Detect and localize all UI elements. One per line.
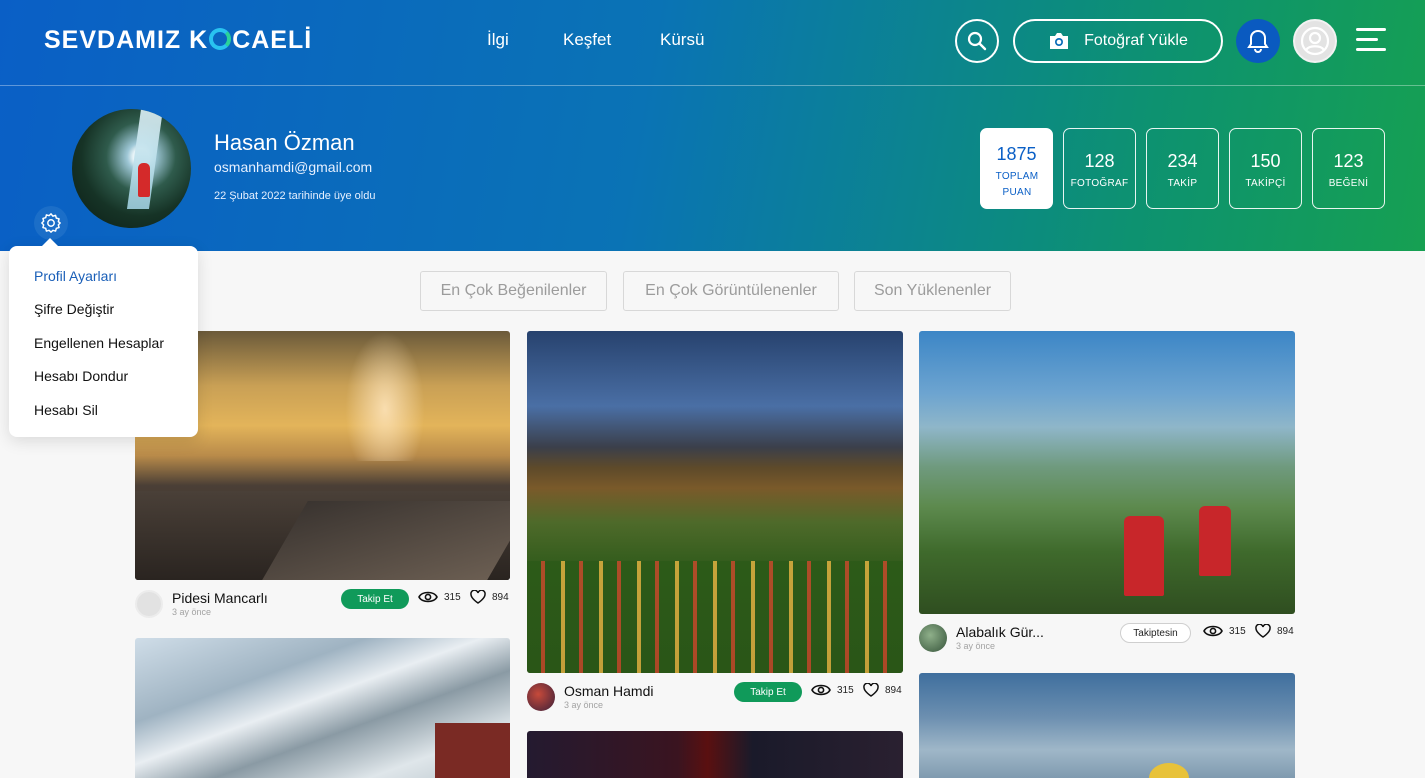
post-photo[interactable] (919, 673, 1295, 778)
tab-latest[interactable]: Son Yüklenenler (854, 271, 1011, 311)
stat-likes[interactable]: 123 BEĞENİ (1312, 128, 1385, 209)
stat-followers[interactable]: 150 TAKİPÇİ (1229, 128, 1302, 209)
upload-photo-label: Fotoğraf Yükle (1084, 32, 1188, 49)
heart-icon (863, 683, 879, 697)
menu-item-change-password[interactable]: Şifre Değiştir (34, 301, 114, 317)
author-avatar[interactable] (919, 624, 947, 652)
stat-value: 123 (1333, 151, 1364, 171)
likes-count[interactable]: 894 (470, 590, 509, 604)
views-count: 315 (811, 683, 854, 697)
views-count: 315 (418, 590, 461, 604)
author-avatar[interactable] (135, 590, 163, 618)
stat-value: 234 (1167, 151, 1198, 171)
nav-ilgi[interactable]: İlgi (487, 30, 509, 50)
follow-button[interactable]: Takip Et (341, 589, 409, 609)
logo-o-icon (209, 28, 232, 50)
post-photo[interactable] (919, 331, 1295, 614)
stat-label: FOTOĞRAF (1070, 178, 1129, 189)
eye-icon (1203, 625, 1223, 637)
bell-icon (1247, 29, 1269, 53)
notifications-button[interactable] (1236, 19, 1280, 63)
stat-total-points[interactable]: 1875 TOPLAM PUAN (980, 128, 1053, 209)
eye-icon (418, 591, 438, 603)
views-count: 315 (1203, 624, 1246, 638)
stat-label: TAKİPÇİ (1245, 178, 1286, 189)
nav-kesfet[interactable]: Keşfet (563, 30, 611, 50)
author-name[interactable]: Osman Hamdi (564, 683, 653, 699)
heart-icon (470, 590, 486, 604)
menu-line (1356, 38, 1378, 41)
post-photo[interactable] (527, 731, 903, 778)
heart-icon (1255, 624, 1271, 638)
profile-member-since: 22 Şubat 2022 tarihinde üye oldu (214, 190, 376, 202)
menu-line (1356, 28, 1386, 31)
post-time: 3 ay önce (564, 700, 604, 710)
hamburger-menu-button[interactable] (1356, 28, 1386, 54)
author-name[interactable]: Alabalık Gür... (956, 624, 1044, 640)
likes-count[interactable]: 894 (1255, 624, 1294, 638)
author-name[interactable]: Pidesi Mancarlı (172, 590, 268, 606)
menu-item-freeze-account[interactable]: Hesabı Dondur (34, 368, 128, 384)
profile-name: Hasan Özman (214, 130, 355, 155)
post-time: 3 ay önce (956, 641, 996, 651)
tab-most-viewed[interactable]: En Çok Görüntülenenler (623, 271, 839, 311)
gear-icon (41, 213, 61, 233)
likes-count[interactable]: 894 (863, 683, 902, 697)
profile-email: osmanhamdi@gmail.com (214, 159, 373, 175)
profile-settings-button[interactable] (34, 206, 68, 240)
post-photo[interactable] (135, 638, 510, 778)
settings-dropdown: Profil Ayarları Şifre Değiştir Engellene… (9, 238, 198, 437)
following-button[interactable]: Takiptesin (1120, 623, 1191, 643)
author-avatar[interactable] (527, 683, 555, 711)
follow-button[interactable]: Takip Et (734, 682, 802, 702)
menu-item-delete-account[interactable]: Hesabı Sil (34, 402, 98, 418)
stat-value: 1875 (996, 144, 1037, 164)
eye-icon (811, 684, 831, 696)
search-button[interactable] (955, 19, 999, 63)
stat-label: BEĞENİ (1328, 178, 1369, 189)
menu-item-profile-settings[interactable]: Profil Ayarları (34, 268, 117, 284)
site-logo[interactable]: SEVDAMIZ K CAELİ (44, 26, 312, 55)
stat-photos[interactable]: 128 FOTOĞRAF (1063, 128, 1136, 209)
stat-value: 128 (1084, 151, 1115, 171)
stat-value: 150 (1250, 151, 1281, 171)
stat-label: TOPLAM PUAN (995, 171, 1039, 198)
camera-icon (1050, 33, 1069, 49)
post-photo[interactable] (527, 331, 903, 673)
post-time: 3 ay önce (172, 607, 212, 617)
user-avatar-button[interactable] (1293, 19, 1337, 63)
menu-item-blocked-accounts[interactable]: Engellenen Hesaplar (34, 335, 164, 351)
search-icon (967, 31, 987, 51)
stat-label: TAKİP (1167, 178, 1198, 189)
upload-photo-button[interactable]: Fotoğraf Yükle (1013, 19, 1223, 63)
top-navbar: SEVDAMIZ K CAELİ İlgi Keşfet Kürsü Fotoğr… (0, 0, 1425, 86)
tab-most-liked[interactable]: En Çok Beğenilenler (420, 271, 607, 311)
user-icon (1300, 26, 1330, 56)
stat-following[interactable]: 234 TAKİP (1146, 128, 1219, 209)
menu-line (1356, 48, 1386, 51)
nav-kursu[interactable]: Kürsü (660, 30, 704, 50)
profile-photo (72, 109, 191, 228)
